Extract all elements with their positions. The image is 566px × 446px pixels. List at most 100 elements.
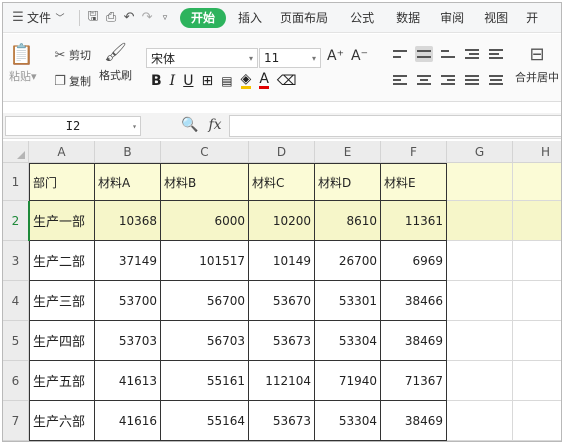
cell-g1[interactable] bbox=[447, 163, 513, 201]
column-header-h[interactable]: H bbox=[513, 141, 561, 163]
cell-e2[interactable]: 8610 bbox=[315, 201, 381, 241]
cell-g4[interactable] bbox=[447, 281, 513, 321]
cell-f2[interactable]: 11361 bbox=[381, 201, 447, 241]
cell-c4[interactable]: 56700 bbox=[161, 281, 249, 321]
formula-input[interactable] bbox=[229, 115, 561, 137]
column-header-b[interactable]: B bbox=[95, 141, 161, 163]
merge-center-button[interactable]: ⊟ 合并居中 bbox=[515, 44, 559, 85]
distributed-icon[interactable] bbox=[487, 72, 505, 88]
cell-b2[interactable]: 10368 bbox=[95, 201, 161, 241]
clear-format-icon[interactable]: ⌫ bbox=[277, 73, 297, 89]
cell-h2[interactable] bbox=[513, 201, 561, 241]
cell-a2[interactable]: 生产一部 bbox=[29, 201, 95, 241]
cell-d3[interactable]: 10149 bbox=[249, 241, 315, 281]
cell-e6[interactable]: 71940 bbox=[315, 361, 381, 401]
cell-h1[interactable] bbox=[513, 163, 561, 201]
tab-insert[interactable]: 插入 bbox=[232, 3, 268, 33]
save-icon[interactable]: 🖫 bbox=[84, 9, 102, 27]
align-right-icon[interactable] bbox=[439, 72, 457, 88]
cell-b3[interactable]: 37149 bbox=[95, 241, 161, 281]
cell-d1[interactable]: 材料C bbox=[249, 163, 315, 201]
justify-icon[interactable] bbox=[463, 72, 481, 88]
bold-button[interactable]: B bbox=[151, 73, 162, 89]
customize-icon[interactable]: ▿ bbox=[156, 9, 174, 27]
align-bottom-icon[interactable] bbox=[439, 46, 457, 62]
font-color-icon[interactable]: A bbox=[259, 72, 269, 89]
zoom-icon[interactable]: 🔍 bbox=[181, 117, 198, 133]
cell-f6[interactable]: 71367 bbox=[381, 361, 447, 401]
insert-function-button[interactable]: fx bbox=[208, 117, 221, 133]
cell-a4[interactable]: 生产三部 bbox=[29, 281, 95, 321]
tab-data[interactable]: 数据 bbox=[390, 3, 426, 33]
tab-page-layout[interactable]: 页面布局 bbox=[274, 3, 334, 33]
cell-h4[interactable] bbox=[513, 281, 561, 321]
font-name-select[interactable]: 宋体 ▾ bbox=[146, 48, 258, 68]
cell-d6[interactable]: 112104 bbox=[249, 361, 315, 401]
cell-c2[interactable]: 6000 bbox=[161, 201, 249, 241]
cell-e1[interactable]: 材料D bbox=[315, 163, 381, 201]
column-header-a[interactable]: A bbox=[29, 141, 95, 163]
align-center-icon[interactable] bbox=[415, 72, 433, 88]
row-header-2[interactable]: 2 bbox=[3, 201, 29, 241]
file-menu[interactable]: ☰ 文件 ﹀ bbox=[3, 3, 75, 33]
cut-button[interactable]: ✂ 剪切 bbox=[51, 46, 91, 64]
cell-c5[interactable]: 56703 bbox=[161, 321, 249, 361]
tab-home[interactable]: 开始 bbox=[180, 7, 227, 28]
shrink-font-button[interactable]: A⁻ bbox=[351, 48, 368, 64]
indent-decrease-icon[interactable] bbox=[463, 46, 481, 62]
cell-g7[interactable] bbox=[447, 401, 513, 441]
cell-c7[interactable]: 55164 bbox=[161, 401, 249, 441]
align-left-icon[interactable] bbox=[391, 72, 409, 88]
row-header-7[interactable]: 7 bbox=[3, 401, 29, 441]
cell-h7[interactable] bbox=[513, 401, 561, 441]
align-middle-icon[interactable] bbox=[415, 46, 433, 62]
print-icon[interactable]: ⎙ bbox=[102, 9, 120, 27]
cell-f3[interactable]: 6969 bbox=[381, 241, 447, 281]
cell-b7[interactable]: 41616 bbox=[95, 401, 161, 441]
select-all-corner[interactable] bbox=[3, 141, 29, 163]
cell-h6[interactable] bbox=[513, 361, 561, 401]
cell-b4[interactable]: 53700 bbox=[95, 281, 161, 321]
cell-g6[interactable] bbox=[447, 361, 513, 401]
cell-f4[interactable]: 38466 bbox=[381, 281, 447, 321]
cell-g3[interactable] bbox=[447, 241, 513, 281]
paste-button[interactable]: 📋 粘贴▾ bbox=[9, 42, 37, 84]
cell-a3[interactable]: 生产二部 bbox=[29, 241, 95, 281]
tab-developer[interactable]: 开 bbox=[520, 3, 544, 33]
row-header-4[interactable]: 4 bbox=[3, 281, 29, 321]
cell-h3[interactable] bbox=[513, 241, 561, 281]
cell-a5[interactable]: 生产四部 bbox=[29, 321, 95, 361]
cell-e3[interactable]: 26700 bbox=[315, 241, 381, 281]
borders-icon[interactable]: ⊞ bbox=[201, 73, 213, 89]
row-header-6[interactable]: 6 bbox=[3, 361, 29, 401]
cell-h5[interactable] bbox=[513, 321, 561, 361]
grow-font-button[interactable]: A⁺ bbox=[327, 48, 344, 64]
cell-d5[interactable]: 53673 bbox=[249, 321, 315, 361]
indent-increase-icon[interactable] bbox=[487, 46, 505, 62]
copy-button[interactable]: ❐ 复制 bbox=[51, 72, 91, 90]
cell-c1[interactable]: 材料B bbox=[161, 163, 249, 201]
column-header-c[interactable]: C bbox=[161, 141, 249, 163]
tab-view[interactable]: 视图 bbox=[478, 3, 514, 33]
cell-g5[interactable] bbox=[447, 321, 513, 361]
cell-a1[interactable]: 部门 bbox=[29, 163, 95, 201]
cell-c3[interactable]: 101517 bbox=[161, 241, 249, 281]
underline-button[interactable]: U bbox=[183, 73, 193, 89]
italic-button[interactable]: I bbox=[170, 73, 176, 89]
cell-e4[interactable]: 53301 bbox=[315, 281, 381, 321]
cell-f7[interactable]: 38469 bbox=[381, 401, 447, 441]
cell-d4[interactable]: 53670 bbox=[249, 281, 315, 321]
cell-d2[interactable]: 10200 bbox=[249, 201, 315, 241]
align-top-icon[interactable] bbox=[391, 46, 409, 62]
cell-b1[interactable]: 材料A bbox=[95, 163, 161, 201]
tab-review[interactable]: 审阅 bbox=[434, 3, 470, 33]
redo-icon[interactable]: ↷ bbox=[138, 9, 156, 27]
cell-a7[interactable]: 生产六部 bbox=[29, 401, 95, 441]
column-header-f[interactable]: F bbox=[381, 141, 447, 163]
name-box[interactable]: I2 ▾ bbox=[5, 116, 141, 136]
row-header-1[interactable]: 1 bbox=[3, 163, 29, 201]
tab-formulas[interactable]: 公式 bbox=[344, 3, 380, 33]
font-size-select[interactable]: 11 ▾ bbox=[259, 48, 321, 68]
column-header-e[interactable]: E bbox=[315, 141, 381, 163]
format-painter-button[interactable]: 🖌 格式刷 bbox=[99, 42, 132, 83]
